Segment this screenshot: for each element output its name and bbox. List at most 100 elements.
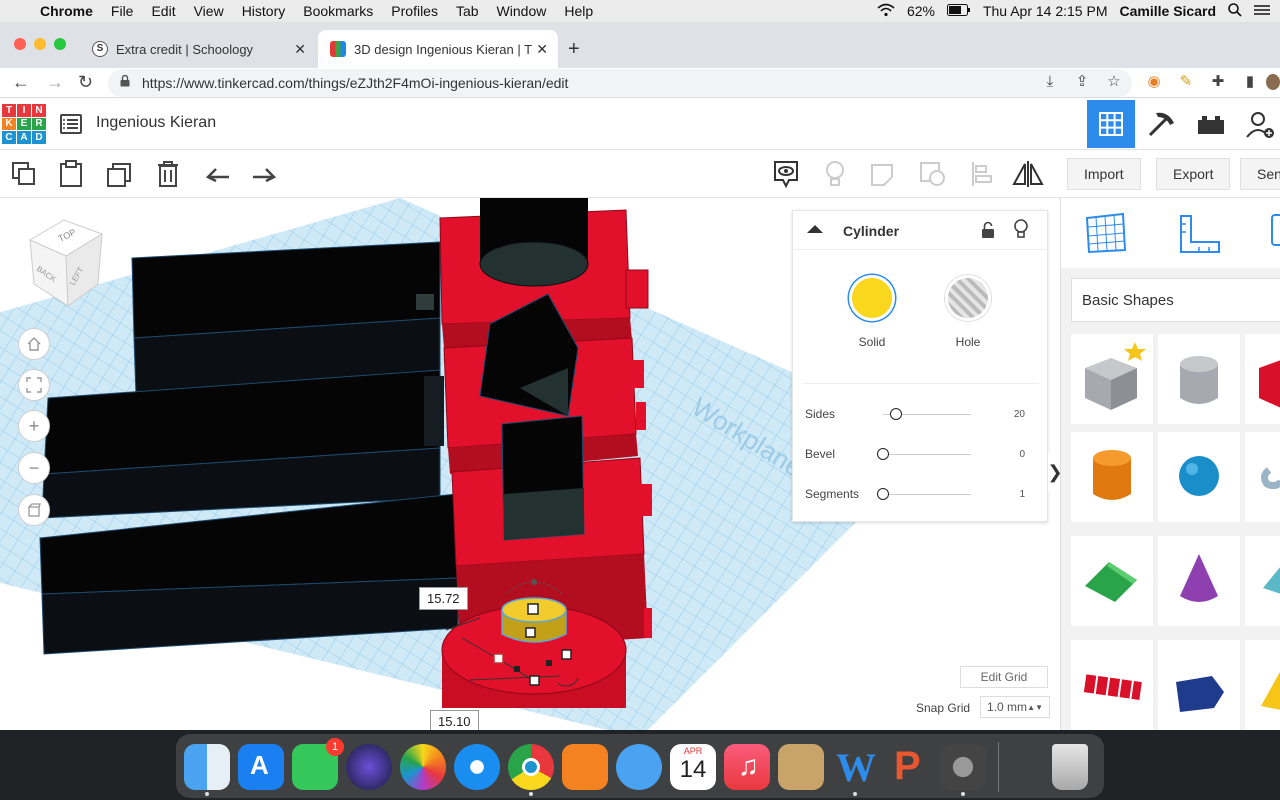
finder-icon[interactable]	[184, 744, 230, 790]
facetime-icon[interactable]: 1	[292, 738, 344, 790]
notes-tool-icon[interactable]	[1271, 214, 1280, 246]
tab-tinkercad[interactable]: 3D design Ingenious Kieran | T ✕	[318, 30, 558, 68]
bookmark-star-icon[interactable]: ☆	[1106, 74, 1122, 90]
extensions-puzzle-icon[interactable]: ✚	[1210, 74, 1226, 90]
black-cylinder[interactable]	[479, 198, 589, 287]
menu-app-name[interactable]: Chrome	[40, 3, 93, 19]
tinkercad-logo[interactable]: T I N K E R C A D	[2, 104, 46, 144]
new-tab-icon[interactable]: +	[568, 38, 580, 61]
menubar-datetime[interactable]: Thu Apr 14 2:15 PM	[983, 3, 1108, 19]
snap-grid-select[interactable]: 1.0 mm ▲▼	[980, 696, 1050, 718]
lightbulb-icon[interactable]	[1013, 219, 1029, 244]
control-center-icon[interactable]	[1254, 3, 1270, 19]
paste-button[interactable]	[55, 158, 87, 190]
shape-cylinder-hole[interactable]	[1158, 334, 1240, 424]
wifi-icon[interactable]	[877, 3, 895, 20]
sides-slider-knob[interactable]	[890, 408, 902, 420]
bevel-value[interactable]: 0	[1019, 449, 1025, 460]
tab-close-icon[interactable]: ✕	[536, 41, 548, 58]
shape-scribble[interactable]	[1245, 432, 1280, 522]
window-zoom-button[interactable]	[54, 38, 66, 50]
collapse-panel-chevron-icon[interactable]: ❯	[1047, 452, 1060, 492]
dimension-label[interactable]: 15.10	[430, 710, 479, 730]
shape-cone[interactable]	[1158, 536, 1240, 626]
menu-window[interactable]: Window	[497, 3, 547, 19]
spotlight-search-icon[interactable]	[1228, 2, 1242, 20]
reload-icon[interactable]: ↻	[78, 72, 93, 93]
tab-schoology[interactable]: S Extra credit | Schoology ✕	[80, 30, 316, 68]
shape-cylinder[interactable]	[1071, 432, 1153, 522]
shape-box[interactable]	[1245, 334, 1280, 424]
lock-icon[interactable]	[981, 221, 995, 244]
shape-round-roof[interactable]	[1245, 536, 1280, 626]
3d-workspace[interactable]: Workplane TOP BACK LEFT + − 15.72 15.10 …	[0, 198, 1060, 730]
powerpoint-icon[interactable]: P	[886, 744, 932, 790]
books-icon[interactable]	[562, 744, 608, 790]
menu-view[interactable]: View	[194, 3, 224, 19]
shape-box-hole[interactable]	[1071, 334, 1153, 424]
photos-icon[interactable]	[400, 744, 446, 790]
window-minimize-button[interactable]	[34, 38, 46, 50]
chrome-icon[interactable]	[508, 744, 554, 790]
shape-pyramid[interactable]	[1245, 640, 1280, 730]
import-button[interactable]: Import	[1067, 158, 1141, 190]
minecraft-view-button[interactable]	[1137, 100, 1185, 148]
shape-roof[interactable]	[1071, 536, 1153, 626]
menu-history[interactable]: History	[242, 3, 286, 19]
group-button[interactable]	[868, 158, 900, 190]
bevel-slider-track[interactable]	[883, 454, 971, 455]
send-to-button[interactable]: Sen	[1240, 158, 1280, 190]
segments-slider-track[interactable]	[883, 494, 971, 495]
home-view-button[interactable]	[18, 328, 50, 360]
ruler-tool-icon[interactable]	[1177, 214, 1221, 261]
window-close-button[interactable]	[14, 38, 26, 50]
edit-grid-button[interactable]: Edit Grid	[960, 666, 1048, 688]
align-button[interactable]	[966, 158, 998, 190]
forward-icon[interactable]: →	[46, 72, 64, 93]
sidepanel-icon[interactable]: ▮	[1242, 74, 1258, 90]
extension-icon[interactable]: ◉	[1146, 74, 1162, 90]
back-icon[interactable]: ←	[12, 72, 30, 93]
menu-profiles[interactable]: Profiles	[391, 3, 438, 19]
pencil-extension-icon[interactable]: ✎	[1178, 74, 1194, 90]
menubar-user[interactable]: Camille Sicard	[1120, 3, 1217, 19]
export-button[interactable]: Export	[1156, 158, 1231, 190]
segments-slider-knob[interactable]	[877, 488, 889, 500]
tab-close-icon[interactable]: ✕	[294, 41, 306, 58]
shape-category-select[interactable]: Basic Shapes	[1071, 278, 1280, 322]
app-store-icon[interactable]: A	[238, 744, 284, 790]
battery-icon[interactable]	[946, 3, 971, 19]
segments-value[interactable]: 1	[1019, 489, 1025, 500]
redo-button[interactable]	[248, 158, 280, 190]
hole-swatch[interactable]	[945, 275, 991, 321]
profile-avatar[interactable]	[1266, 74, 1280, 90]
undo-button[interactable]	[202, 158, 234, 190]
copy-button[interactable]	[8, 158, 40, 190]
address-bar[interactable]: https://www.tinkercad.com/things/eZJth2F…	[108, 69, 1132, 97]
shape-text[interactable]	[1071, 640, 1153, 730]
shape-polygon[interactable]	[1158, 640, 1240, 730]
menu-help[interactable]: Help	[564, 3, 593, 19]
fit-view-button[interactable]	[18, 369, 50, 401]
sides-value[interactable]: 20	[1014, 409, 1025, 420]
collapse-inspector-icon[interactable]	[807, 225, 823, 233]
bevel-slider-knob[interactable]	[877, 448, 889, 460]
show-all-button[interactable]	[819, 158, 851, 190]
bricks-view-button[interactable]	[1187, 100, 1235, 148]
contacts-icon[interactable]	[778, 744, 824, 790]
dimension-label[interactable]: 15.72	[419, 587, 468, 610]
safari-icon[interactable]	[454, 744, 500, 790]
zoom-out-button[interactable]: −	[18, 452, 50, 484]
solid-color-swatch[interactable]	[849, 275, 895, 321]
system-preferences-icon[interactable]	[940, 744, 986, 790]
trash-icon[interactable]	[1052, 744, 1088, 790]
notes-button[interactable]	[770, 158, 802, 190]
share-icon[interactable]: ⇪	[1074, 74, 1090, 90]
menu-tab[interactable]: Tab	[456, 3, 479, 19]
mirror-button[interactable]	[1012, 158, 1044, 190]
siri-icon[interactable]	[346, 744, 392, 790]
workplane-tool-icon[interactable]	[1085, 212, 1127, 259]
project-title[interactable]: Ingenious Kieran	[96, 114, 216, 132]
ortho-view-button[interactable]	[18, 494, 50, 526]
ungroup-button[interactable]	[917, 158, 949, 190]
